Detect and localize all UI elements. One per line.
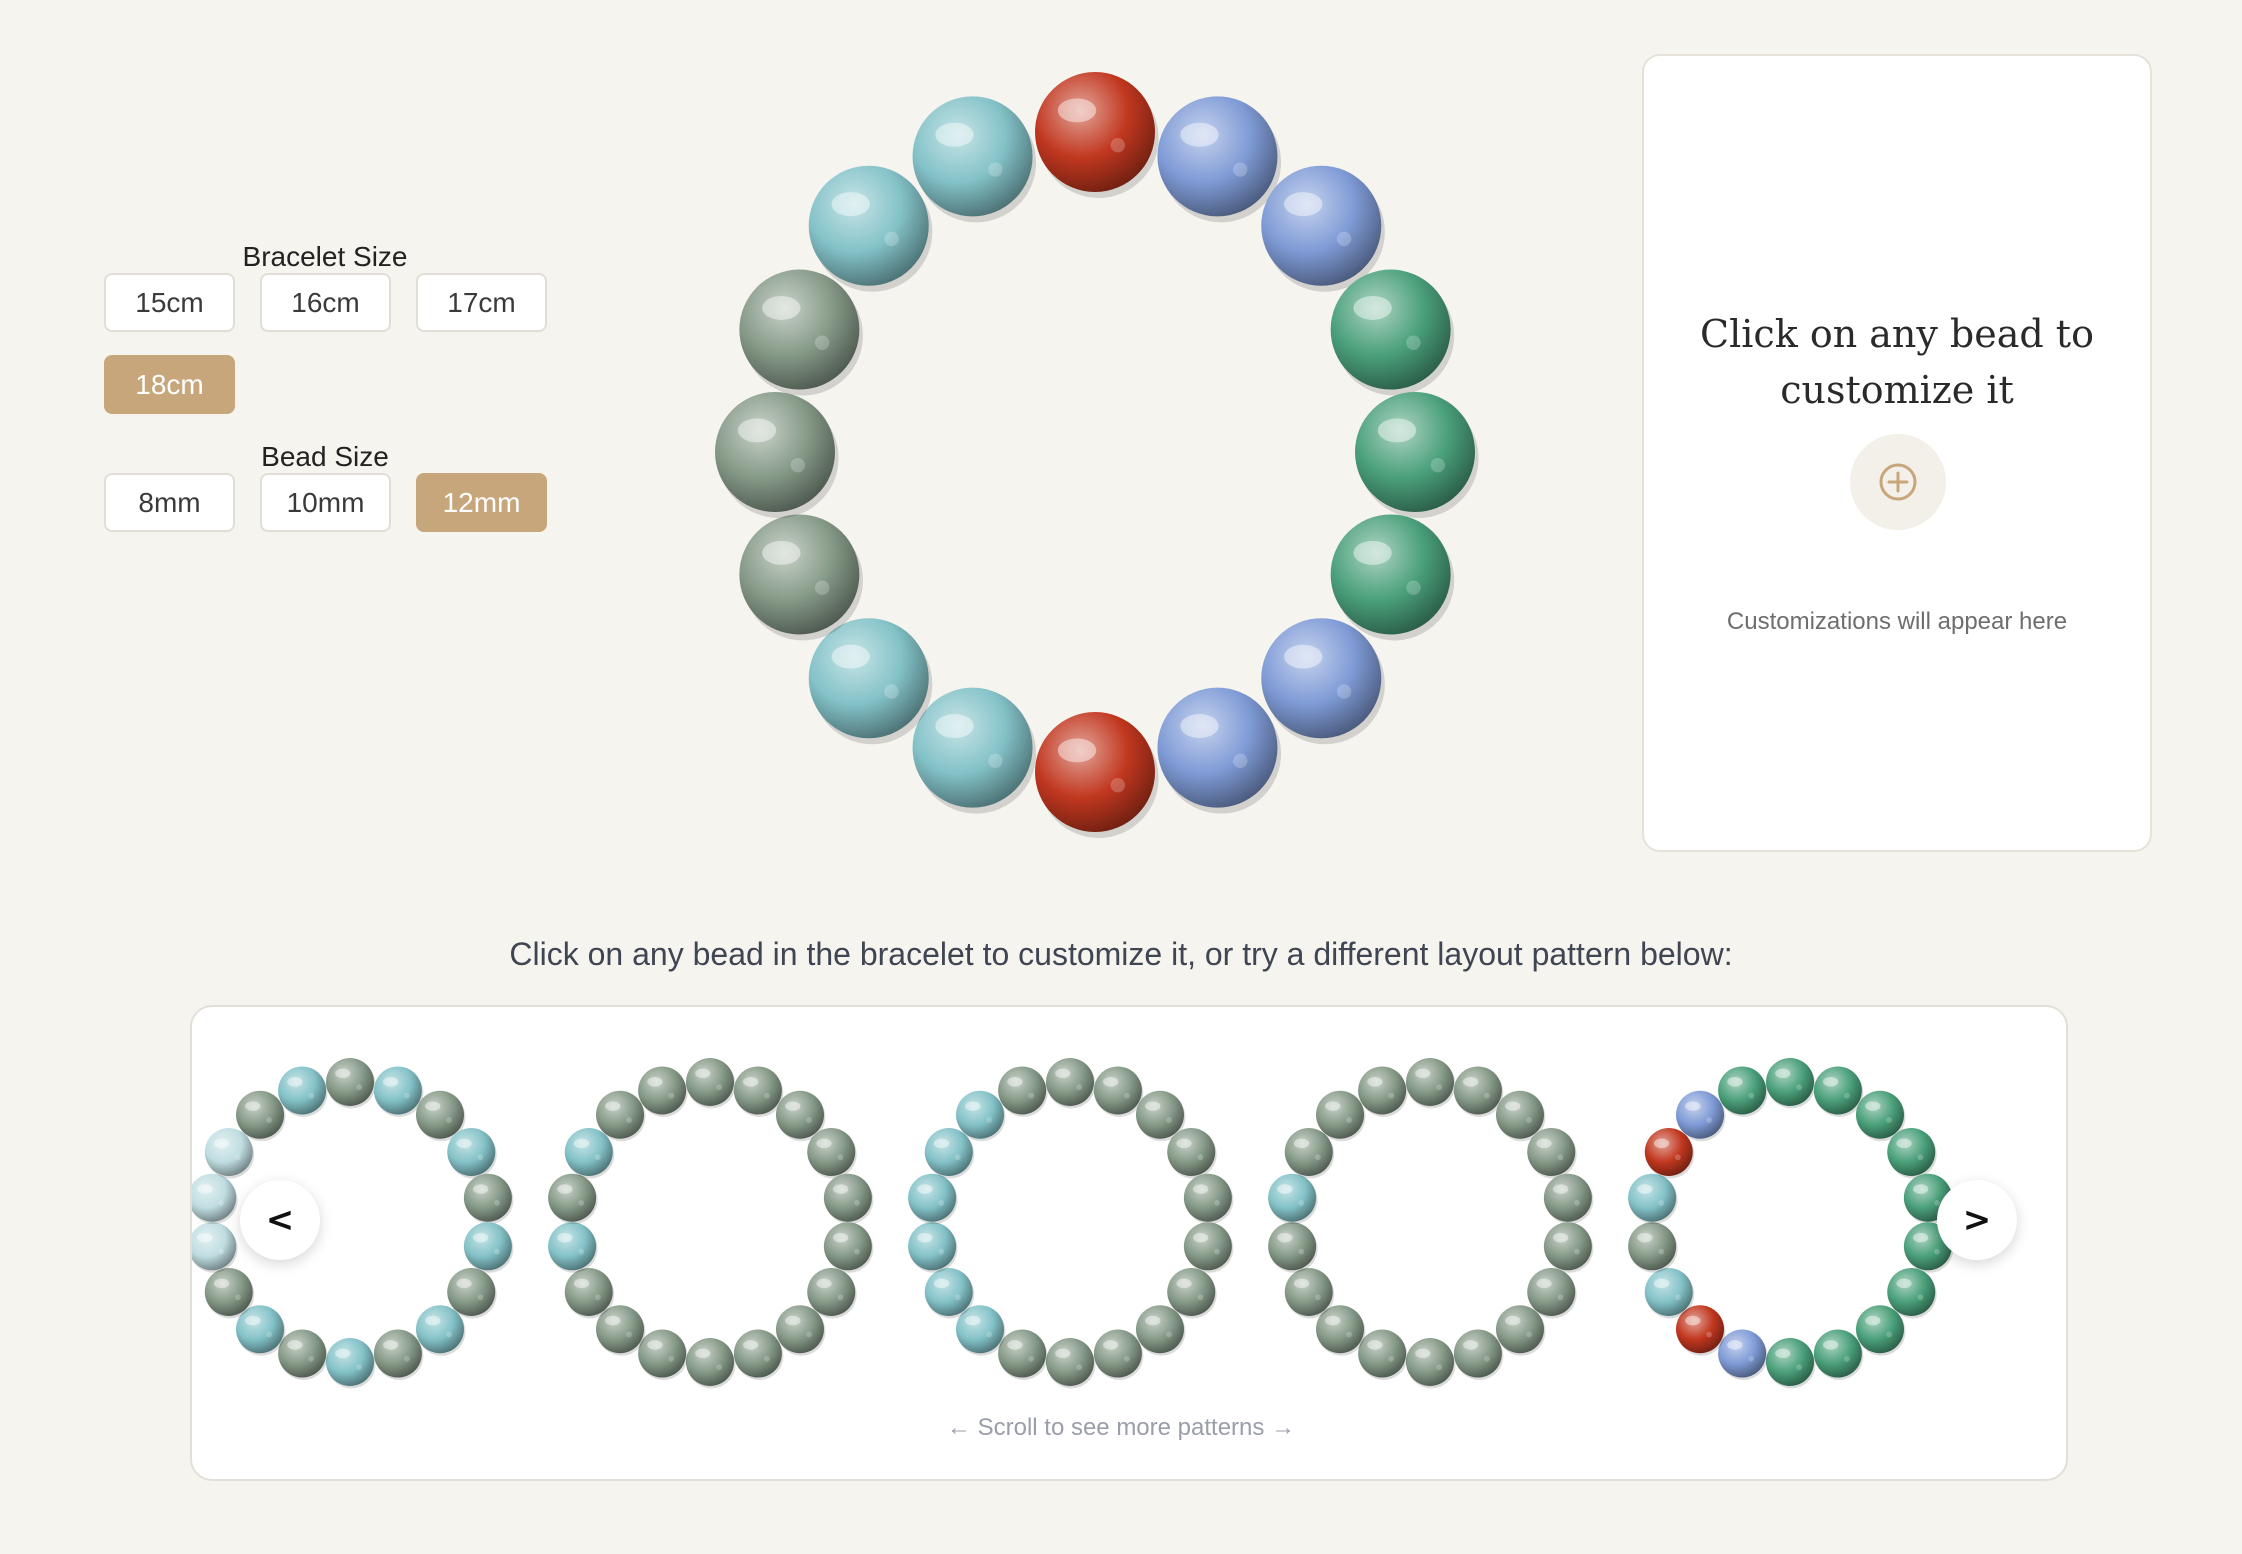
pattern-4-bead-5[interactable] (1543, 1173, 1594, 1225)
bead-12mm-button[interactable]: 12mm (416, 473, 547, 532)
bead-10mm-button[interactable]: 10mm (260, 473, 391, 532)
bead-5[interactable] (1355, 392, 1479, 518)
size-18cm-button[interactable]: 18cm (104, 355, 235, 414)
bead-15[interactable] (808, 165, 933, 292)
pattern-3-bead-15[interactable] (908, 1173, 958, 1225)
bead-9[interactable] (1035, 712, 1159, 838)
pattern-3-bead-9[interactable] (1093, 1329, 1144, 1380)
bead-size-label: Bead Size (261, 441, 389, 472)
pattern-3-bead-5[interactable] (1183, 1173, 1234, 1225)
bead-11[interactable] (808, 618, 933, 745)
pattern-3-bead-14[interactable] (908, 1222, 958, 1273)
pattern-4-bead-18[interactable] (1358, 1066, 1408, 1117)
scroll-hint: ← Scroll to see more patterns → (946, 1414, 1296, 1441)
pattern-3-bead-1[interactable] (1046, 1058, 1096, 1109)
pattern-4-bead-2[interactable] (1453, 1066, 1504, 1117)
pattern-1-bead-9[interactable] (373, 1329, 424, 1380)
pattern-1-bead-13[interactable] (204, 1268, 255, 1319)
pattern-5-bead-15[interactable] (1628, 1173, 1678, 1225)
pattern-5-bead-18[interactable] (1718, 1066, 1768, 1117)
pattern-2-bead-18[interactable] (638, 1066, 688, 1117)
pattern-2-bead-15[interactable] (548, 1173, 598, 1225)
bracelet-size-label: Bracelet Size (242, 241, 408, 272)
pattern-3-bead-10[interactable] (1046, 1338, 1096, 1389)
pattern-2-bead-4[interactable] (807, 1128, 857, 1179)
pattern-4-bead-11[interactable] (1358, 1329, 1408, 1380)
pattern-3-bead-6[interactable] (1183, 1222, 1234, 1273)
customization-panel: Click on any bead to customize it Custom… (1642, 54, 2152, 852)
pattern-3-bead-11[interactable] (998, 1329, 1048, 1380)
pattern-1-bead-15[interactable] (190, 1173, 238, 1225)
instruction-text: Click on any bead in the bracelet to cus… (509, 936, 1733, 972)
bead-4[interactable] (1330, 269, 1455, 396)
pattern-4-bead-1[interactable] (1406, 1058, 1456, 1109)
pattern-5-bead-10[interactable] (1766, 1338, 1816, 1389)
pattern-4-bead-13[interactable] (1284, 1268, 1335, 1319)
pattern-4-bead-10[interactable] (1406, 1338, 1456, 1389)
pattern-2-bead-6[interactable] (823, 1222, 874, 1273)
pattern-1-bead-1[interactable] (326, 1058, 376, 1109)
bead-10[interactable] (912, 687, 1037, 814)
plus-circle-icon (1850, 434, 1946, 530)
pattern-2-bead-13[interactable] (564, 1268, 615, 1319)
main-bracelet (715, 72, 1479, 838)
pattern-4-bead-14[interactable] (1268, 1222, 1318, 1273)
pattern-3-bead-2[interactable] (1093, 1066, 1144, 1117)
pattern-5-bead-11[interactable] (1718, 1329, 1768, 1380)
pattern-2-bead-1[interactable] (686, 1058, 736, 1109)
bead-8[interactable] (1157, 687, 1282, 814)
pattern-1-bead-10[interactable] (326, 1338, 376, 1389)
pattern-2-bead-9[interactable] (733, 1329, 784, 1380)
pattern-5-bead-14[interactable] (1628, 1222, 1678, 1273)
bead-1[interactable] (1035, 72, 1159, 198)
bead-6[interactable] (1330, 514, 1455, 641)
bead-2[interactable] (1157, 96, 1282, 223)
pattern-4-bead-9[interactable] (1453, 1329, 1504, 1380)
pattern-2-bead-14[interactable] (548, 1222, 598, 1273)
size-16cm-button[interactable]: 16cm (260, 273, 391, 332)
bead-12[interactable] (739, 514, 863, 641)
pattern-5-bead-2[interactable] (1813, 1066, 1864, 1117)
panel-hint: Customizations will appear here (1726, 608, 2068, 635)
pattern-5-bead-1[interactable] (1766, 1058, 1816, 1109)
pattern-2-bead-11[interactable] (638, 1329, 688, 1380)
pattern-4-bead-4[interactable] (1527, 1128, 1577, 1179)
pattern-carousel (190, 1005, 2068, 1481)
pattern-3-bead-4[interactable] (1167, 1128, 1217, 1179)
pattern-2-bead-5[interactable] (823, 1173, 874, 1225)
pattern-1-bead-18[interactable] (278, 1066, 328, 1117)
pattern-1-bead-5[interactable] (463, 1173, 514, 1225)
bead-14[interactable] (739, 269, 863, 396)
bead-8mm-button[interactable]: 8mm (104, 473, 235, 532)
pattern-option-5[interactable] (1628, 1058, 1954, 1389)
size-17cm-button[interactable]: 17cm (416, 273, 547, 332)
pattern-option-3[interactable] (908, 1058, 1234, 1389)
bead-7[interactable] (1261, 618, 1385, 745)
pattern-1-bead-2[interactable] (373, 1066, 424, 1117)
pattern-option-4[interactable] (1268, 1058, 1594, 1389)
pattern-1-bead-14[interactable] (190, 1222, 238, 1273)
pattern-1-bead-4[interactable] (447, 1128, 497, 1179)
pattern-5-bead-4[interactable] (1887, 1128, 1937, 1179)
size-15cm-button[interactable]: 15cm (104, 273, 235, 332)
pattern-3-bead-18[interactable] (998, 1066, 1048, 1117)
pattern-2-bead-10[interactable] (686, 1338, 736, 1389)
pattern-5-bead-13[interactable] (1644, 1268, 1695, 1319)
panel-title: Click on any bead to customize it (1700, 312, 2094, 412)
pattern-4-bead-6[interactable] (1543, 1222, 1594, 1273)
pattern-1-bead-6[interactable] (463, 1222, 514, 1273)
pattern-1-bead-11[interactable] (278, 1329, 328, 1380)
pattern-3-bead-13[interactable] (924, 1268, 975, 1319)
bead-3[interactable] (1261, 165, 1385, 292)
pattern-option-2[interactable] (548, 1058, 874, 1389)
pattern-2-bead-2[interactable] (733, 1066, 784, 1117)
carousel-prev-button[interactable]: < (240, 1180, 320, 1260)
bead-16[interactable] (912, 96, 1037, 223)
pattern-4-bead-15[interactable] (1268, 1173, 1318, 1225)
bead-13[interactable] (715, 392, 839, 518)
carousel-next-button[interactable]: > (1937, 1180, 2017, 1260)
pattern-5-bead-9[interactable] (1813, 1329, 1864, 1380)
